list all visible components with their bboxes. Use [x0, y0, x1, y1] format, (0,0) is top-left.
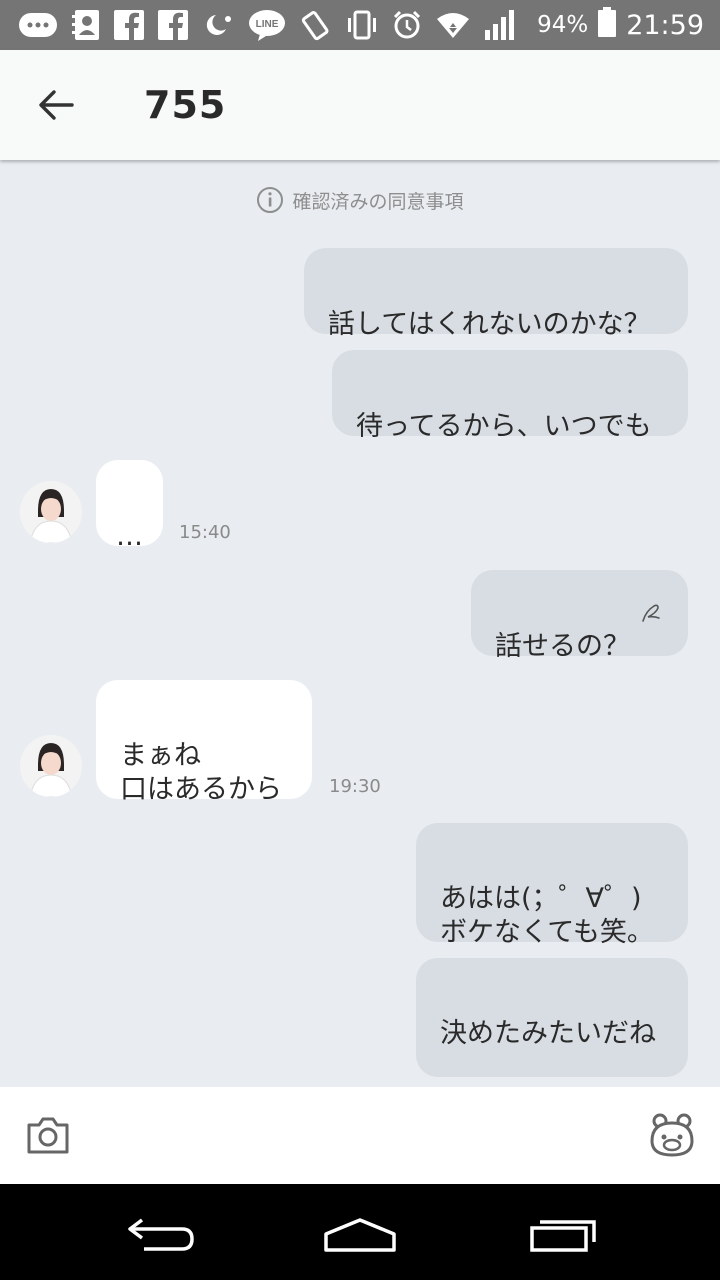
message-text: 話してはくれないのかな？	[328, 309, 651, 340]
nav-recents-button[interactable]	[522, 1210, 602, 1258]
message-bubble[interactable]: まぁね 口はあるから	[96, 680, 312, 805]
night-icon	[202, 12, 234, 38]
signal-icon	[484, 10, 514, 40]
system-nav-bar	[0, 1184, 720, 1280]
message-text: 待ってるから、いつでも	[356, 411, 652, 442]
contact-avatar[interactable]	[20, 481, 82, 543]
message-bubble[interactable]: 待ってるから、いつでも	[332, 350, 688, 442]
message-text: まぁね 口はあるから	[120, 740, 282, 805]
message-text: …	[116, 521, 143, 552]
message-bubble[interactable]: 話せるの？	[471, 570, 688, 662]
read-mark-icon	[642, 604, 660, 622]
nav-home-button[interactable]	[320, 1210, 400, 1258]
svg-text:LINE: LINE	[256, 19, 279, 30]
sticker-button[interactable]	[648, 1111, 696, 1159]
more-icon	[18, 12, 58, 38]
contacts-icon	[72, 9, 100, 41]
message-time: 15:40	[179, 522, 231, 543]
battery-icon	[598, 6, 617, 44]
nav-back-icon	[128, 1218, 194, 1251]
facebook-icon	[158, 10, 188, 40]
line-icon: LINE	[248, 9, 286, 41]
input-bar	[0, 1087, 720, 1184]
consent-notice[interactable]: 確認済みの同意事項	[0, 186, 720, 214]
chat-title: 755	[144, 83, 227, 127]
message-text: 話せるの？	[495, 631, 630, 662]
battery-percent: 94%	[537, 12, 589, 38]
message-bubble[interactable]: 話してはくれないのかな？	[304, 248, 688, 340]
info-icon	[257, 187, 284, 213]
camera-icon	[27, 1117, 69, 1154]
nav-back-button[interactable]	[120, 1210, 200, 1258]
back-button[interactable]	[26, 75, 86, 135]
back-arrow-icon	[39, 90, 74, 120]
wifi-icon	[436, 11, 470, 39]
alarm-icon	[392, 10, 422, 40]
nav-home-icon	[324, 1218, 396, 1252]
contact-avatar[interactable]	[20, 735, 82, 797]
clock: 21:59	[626, 9, 704, 41]
bear-sticker-icon	[650, 1113, 694, 1157]
vibrate-icon	[346, 10, 378, 40]
message-bubble[interactable]: …	[96, 460, 163, 552]
nav-recents-icon	[530, 1220, 596, 1252]
message-time: 19:30	[329, 776, 381, 797]
rotate-icon	[300, 9, 332, 41]
consent-notice-text: 確認済みの同意事項	[292, 190, 464, 213]
message-bubble[interactable]: あはは(；゜∀゜) ボケなくても笑。	[416, 823, 688, 948]
chat-header: 755	[0, 50, 720, 160]
message-bubble[interactable]: 決めたみたいだね	[416, 958, 688, 1077]
facebook-icon	[114, 10, 144, 40]
message-text: 決めたみたいだね	[440, 1018, 656, 1049]
status-bar: LINE 94% 21:59	[0, 0, 720, 50]
camera-button[interactable]	[26, 1113, 70, 1157]
message-text: あはは(；゜∀゜) ボケなくても笑。	[440, 883, 654, 948]
